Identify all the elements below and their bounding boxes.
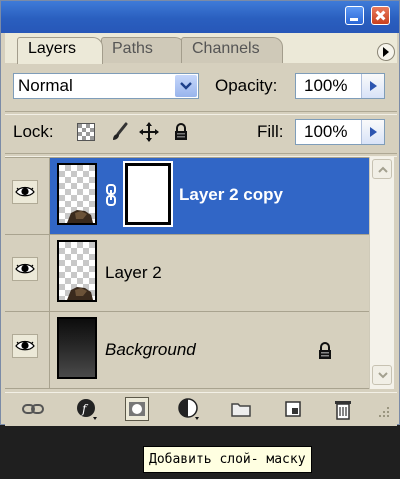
opacity-field[interactable]: 100% (295, 73, 385, 99)
tooltip: Добавить слой- маску (143, 446, 312, 473)
close-button[interactable] (371, 6, 390, 25)
tab-paths[interactable]: Paths (101, 37, 185, 63)
visibility-cell[interactable] (5, 235, 50, 311)
layer-mask-thumbnail[interactable] (123, 161, 173, 227)
window-titlebar[interactable] (1, 1, 399, 33)
layer-thumbnail (57, 163, 97, 225)
visibility-toggle[interactable] (12, 180, 38, 204)
scroll-up-button[interactable] (372, 159, 392, 179)
folder-icon[interactable] (229, 397, 253, 421)
visibility-toggle[interactable] (12, 334, 38, 358)
layer-row-background[interactable]: Background (5, 312, 369, 389)
add-layer-mask-button[interactable] (125, 397, 149, 421)
panel-tab-strip: Paths Channels Layers (5, 33, 397, 64)
link-layers-icon[interactable] (21, 397, 45, 421)
chevron-down-icon (180, 82, 192, 90)
lock-image-pixels-brush-icon[interactable] (109, 122, 129, 142)
dropdown-arrow[interactable] (175, 75, 197, 97)
lock-transparent-pixels-icon[interactable] (77, 123, 95, 141)
divider (5, 111, 397, 115)
layer-row-layer-2-copy[interactable]: Layer 2 copy (5, 158, 369, 235)
arrow-right-icon (370, 81, 377, 91)
lock-icon (319, 342, 331, 359)
lock-all-icon[interactable] (172, 123, 190, 141)
layers-palette-window: Paths Channels Layers Normal Opacity: 10… (0, 0, 400, 426)
new-layer-icon[interactable] (281, 397, 305, 421)
visibility-cell[interactable] (5, 158, 50, 234)
eye-icon (15, 186, 35, 197)
arrow-right-icon (370, 127, 377, 137)
layers-list: Layer 2 copy Layer 2 Background (5, 157, 369, 390)
chevron-down-icon (378, 372, 388, 379)
layers-bottom-toolbar: f (5, 392, 397, 425)
fill-value[interactable]: 100% (304, 122, 347, 141)
eye-icon (15, 263, 35, 274)
layer-row-layer-2[interactable]: Layer 2 (5, 235, 369, 312)
lock-position-move-icon[interactable] (139, 122, 159, 142)
visibility-cell[interactable] (5, 312, 50, 388)
blend-opacity-row: Normal Opacity: 100% (5, 63, 397, 109)
play-arrow-icon (383, 47, 389, 57)
blend-mode-value: Normal (18, 76, 73, 95)
layer-thumbnail (57, 240, 97, 302)
fill-field[interactable]: 100% (295, 119, 385, 145)
palette-menu-button[interactable] (377, 43, 395, 61)
layers-scrollbar[interactable] (369, 157, 394, 389)
visibility-toggle[interactable] (12, 257, 38, 281)
resize-grip-icon[interactable] (377, 405, 391, 419)
layer-content-preview (67, 287, 93, 300)
tab-layers[interactable]: Layers (17, 37, 103, 64)
layers-panel-content: Normal Opacity: 100% Lock: Fill: 100% La… (5, 63, 397, 426)
tab-channels[interactable]: Channels (181, 37, 283, 63)
layer-mask-icon (129, 402, 145, 416)
minimize-button[interactable] (345, 6, 364, 25)
lock-label: Lock: (13, 122, 54, 141)
adjustment-layer-icon[interactable] (177, 397, 201, 421)
blend-mode-select[interactable]: Normal (13, 73, 199, 99)
layer-name[interactable]: Layer 2 copy (179, 185, 283, 205)
chain-link-icon[interactable] (105, 184, 117, 206)
chevron-up-icon (378, 166, 388, 173)
layer-thumbnail (57, 317, 97, 379)
trash-icon[interactable] (331, 397, 355, 421)
opacity-value[interactable]: 100% (304, 76, 347, 95)
opacity-label: Opacity: (215, 76, 278, 95)
scroll-down-button[interactable] (372, 365, 392, 385)
fill-label: Fill: (257, 122, 284, 141)
fill-slider-button[interactable] (361, 120, 384, 144)
eye-icon (15, 340, 35, 351)
layer-content-preview (67, 210, 93, 223)
layer-name[interactable]: Background (105, 340, 196, 360)
opacity-slider-button[interactable] (361, 74, 384, 98)
layer-style-icon[interactable]: f (75, 397, 99, 421)
layer-name[interactable]: Layer 2 (105, 263, 162, 283)
